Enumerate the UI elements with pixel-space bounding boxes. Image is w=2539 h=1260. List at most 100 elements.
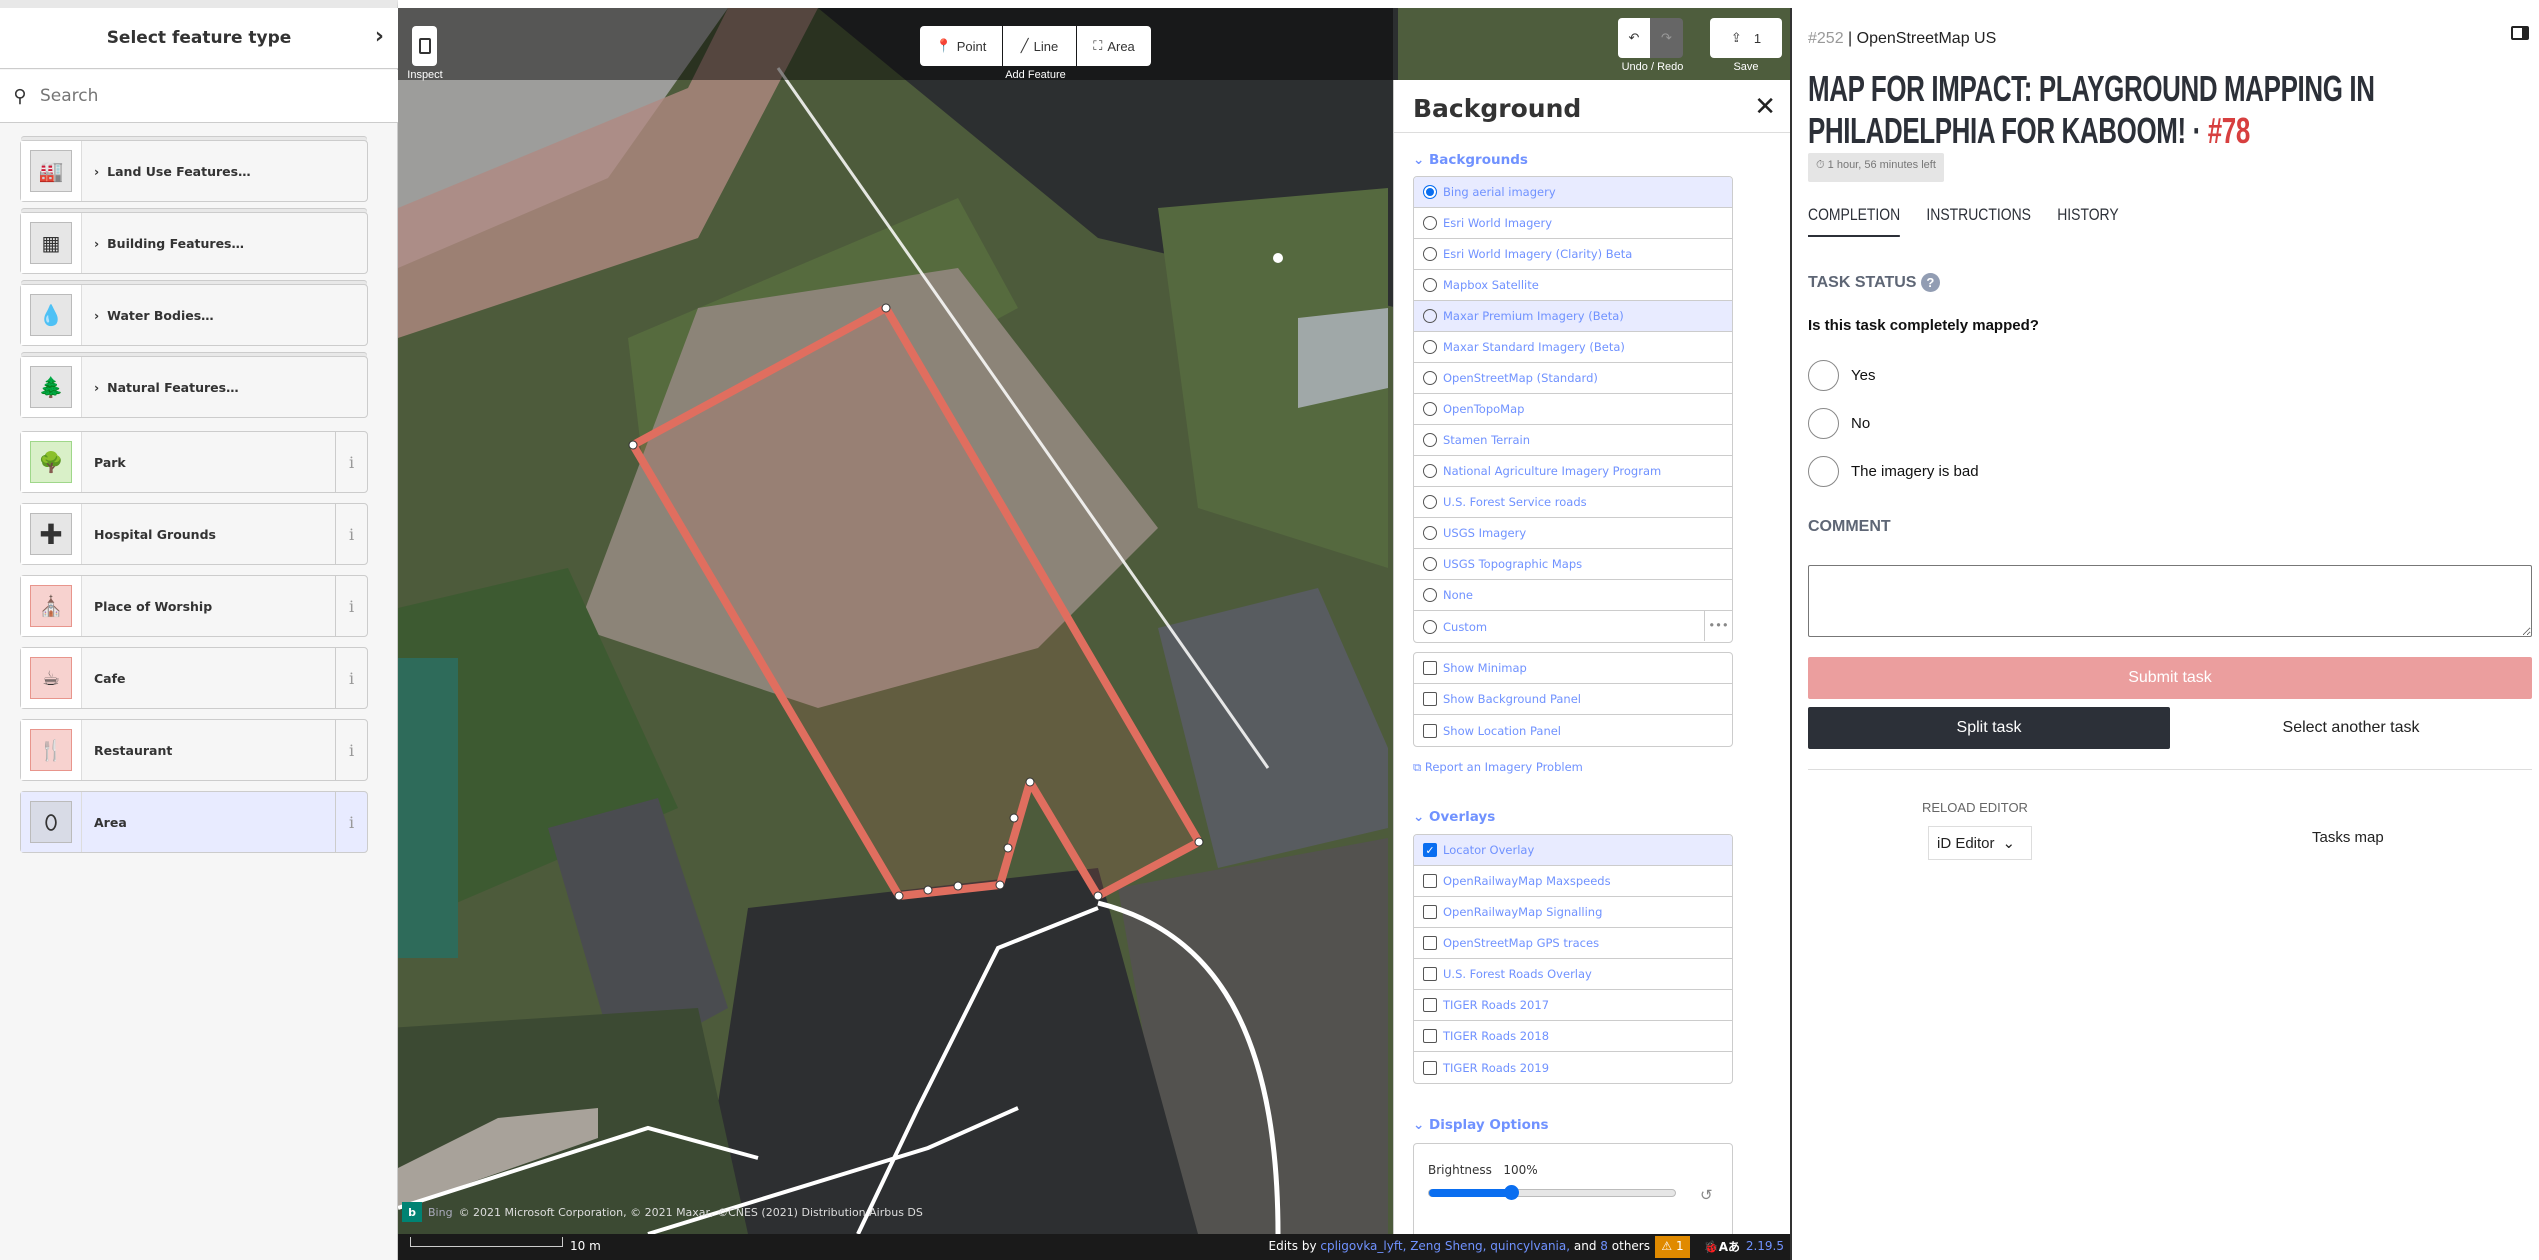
status-option[interactable]: No	[1808, 399, 1979, 447]
background-option[interactable]: U.S. Forest Service roads	[1414, 487, 1732, 518]
add-point-button[interactable]: 📍 Point	[920, 26, 1002, 66]
radio-button[interactable]	[1423, 309, 1437, 323]
radio-button[interactable]	[1423, 216, 1437, 230]
checkbox[interactable]	[1423, 1029, 1437, 1043]
checkbox[interactable]	[1423, 874, 1437, 888]
preset-place-of-worship[interactable]: ⛪ Place of Worship i	[20, 575, 368, 637]
split-task-button[interactable]: Split task	[1808, 707, 2170, 749]
radio-button[interactable]	[1423, 340, 1437, 354]
more-options-icon[interactable]: •••	[1704, 611, 1732, 641]
submit-task-button[interactable]: Submit task	[1808, 657, 2532, 699]
select-another-task-button[interactable]: Select another task	[2170, 707, 2532, 749]
radio-button[interactable]	[1808, 455, 1839, 487]
background-option[interactable]: Esri World Imagery (Clarity) Beta	[1414, 239, 1732, 270]
checkbox[interactable]	[1423, 998, 1437, 1012]
checkbox[interactable]	[1423, 936, 1437, 950]
category-building[interactable]: ▦ › Building Features…	[20, 212, 368, 274]
radio-button[interactable]	[1423, 278, 1437, 292]
add-line-button[interactable]: ╱ Line	[1003, 26, 1076, 66]
preset-restaurant[interactable]: 🍴 Restaurant i	[20, 719, 368, 781]
others-count[interactable]: 8	[1600, 1239, 1608, 1253]
redo-button[interactable]: ↷	[1650, 18, 1683, 58]
background-option[interactable]: OpenStreetMap (Standard)	[1414, 363, 1732, 394]
checkbox[interactable]	[1423, 692, 1437, 706]
inspect-button[interactable]	[412, 26, 437, 66]
category-land-use[interactable]: 🏭 › Land Use Features…	[20, 140, 368, 202]
radio-button[interactable]	[1423, 371, 1437, 385]
undo-button[interactable]: ↶	[1618, 18, 1650, 58]
brightness-slider[interactable]	[1428, 1185, 1676, 1200]
background-option[interactable]: Maxar Standard Imagery (Beta)	[1414, 332, 1732, 363]
radio-button[interactable]	[1423, 464, 1437, 478]
background-panel-option[interactable]: Show Minimap	[1414, 653, 1732, 684]
category-natural[interactable]: 🌲 › Natural Features…	[20, 356, 368, 418]
radio-button[interactable]	[1423, 495, 1437, 509]
radio-button[interactable]	[1808, 407, 1839, 439]
status-option[interactable]: Yes	[1808, 351, 1979, 399]
preset-hospital-grounds[interactable]: ✚ Hospital Grounds i	[20, 503, 368, 565]
overlay-option[interactable]: U.S. Forest Roads Overlay	[1414, 959, 1732, 990]
overlay-option[interactable]: OpenRailwayMap Maxspeeds	[1414, 866, 1732, 897]
search-input[interactable]	[40, 86, 340, 106]
comment-textarea[interactable]	[1808, 565, 2532, 637]
preset-area[interactable]: ⬯ Area i	[20, 791, 368, 853]
save-button[interactable]: ⇪ 1	[1710, 18, 1782, 58]
checkbox[interactable]	[1423, 723, 1437, 738]
info-icon[interactable]: i	[335, 648, 367, 708]
background-option[interactable]: National Agriculture Imagery Program	[1414, 456, 1732, 487]
radio-button[interactable]	[1423, 433, 1437, 447]
background-panel-option[interactable]: Show Location Panel	[1414, 715, 1732, 746]
project-id[interactable]: #252	[1808, 30, 1844, 47]
background-option[interactable]: Stamen Terrain	[1414, 425, 1732, 456]
debug-language-icons[interactable]: 🐞Aあ	[1704, 1238, 1740, 1255]
background-option[interactable]: Maxar Premium Imagery (Beta)	[1414, 301, 1732, 332]
editor-select[interactable]: iD Editor ⌄	[1928, 826, 2032, 860]
overlay-option[interactable]: OpenRailwayMap Signalling	[1414, 897, 1732, 928]
info-icon[interactable]: i	[335, 504, 367, 564]
checkbox[interactable]: ✓	[1423, 843, 1437, 857]
checkbox[interactable]	[1423, 1060, 1437, 1075]
radio-button[interactable]	[1423, 588, 1437, 602]
radio-button[interactable]	[1808, 359, 1839, 391]
background-option[interactable]: USGS Topographic Maps	[1414, 549, 1732, 580]
background-option[interactable]: OpenTopoMap	[1414, 394, 1732, 425]
background-option[interactable]: Mapbox Satellite	[1414, 270, 1732, 301]
panel-toggle-icon[interactable]	[2511, 26, 2529, 40]
radio-button[interactable]	[1423, 185, 1437, 199]
checkbox[interactable]	[1423, 905, 1437, 919]
info-icon[interactable]: i	[335, 792, 367, 852]
reset-icon[interactable]: ↺	[1700, 1186, 1713, 1204]
checkbox[interactable]	[1423, 967, 1437, 981]
vertex[interactable]	[1273, 253, 1283, 263]
display-options-section-toggle[interactable]: ⌄ Display Options	[1413, 1117, 1549, 1133]
preset-park[interactable]: 🌳 Park i	[20, 431, 368, 493]
radio-button[interactable]	[1423, 619, 1437, 634]
version-label[interactable]: 2.19.5	[1746, 1239, 1784, 1253]
overlays-section-toggle[interactable]: ⌄ Overlays	[1413, 809, 1495, 825]
info-icon[interactable]: i	[335, 576, 367, 636]
chevron-right-icon[interactable]: ›	[375, 24, 384, 49]
radio-button[interactable]	[1423, 526, 1437, 540]
background-panel-option[interactable]: Show Background Panel	[1414, 684, 1732, 715]
background-option[interactable]: Bing aerial imagery	[1414, 177, 1732, 208]
overlay-option[interactable]: OpenStreetMap GPS traces	[1414, 928, 1732, 959]
radio-button[interactable]	[1423, 247, 1437, 261]
issues-badge[interactable]: ⚠ 1	[1655, 1236, 1690, 1258]
background-option[interactable]: Custom •••	[1414, 611, 1732, 642]
info-icon[interactable]: i	[335, 432, 367, 492]
add-area-button[interactable]: ⛶ Area	[1077, 26, 1151, 66]
close-icon[interactable]: ✕	[1754, 92, 1776, 122]
editor-links[interactable]: cpligovka_lyft, Zeng Sheng, quincylvania…	[1320, 1239, 1570, 1253]
overlay-option[interactable]: TIGER Roads 2019	[1414, 1052, 1732, 1083]
info-icon[interactable]: i	[335, 720, 367, 780]
tab-history[interactable]: HISTORY	[2057, 205, 2118, 237]
help-icon[interactable]: ?	[1920, 273, 1940, 292]
background-option[interactable]: USGS Imagery	[1414, 518, 1732, 549]
category-water[interactable]: 💧 › Water Bodies…	[20, 284, 368, 346]
radio-button[interactable]	[1423, 402, 1437, 416]
overlay-option[interactable]: TIGER Roads 2017	[1414, 990, 1732, 1021]
tasks-map-link[interactable]: Tasks map	[2312, 829, 2384, 846]
background-option[interactable]: None	[1414, 580, 1732, 611]
preset-cafe[interactable]: ☕ Cafe i	[20, 647, 368, 709]
tab-completion[interactable]: COMPLETION	[1808, 205, 1901, 237]
